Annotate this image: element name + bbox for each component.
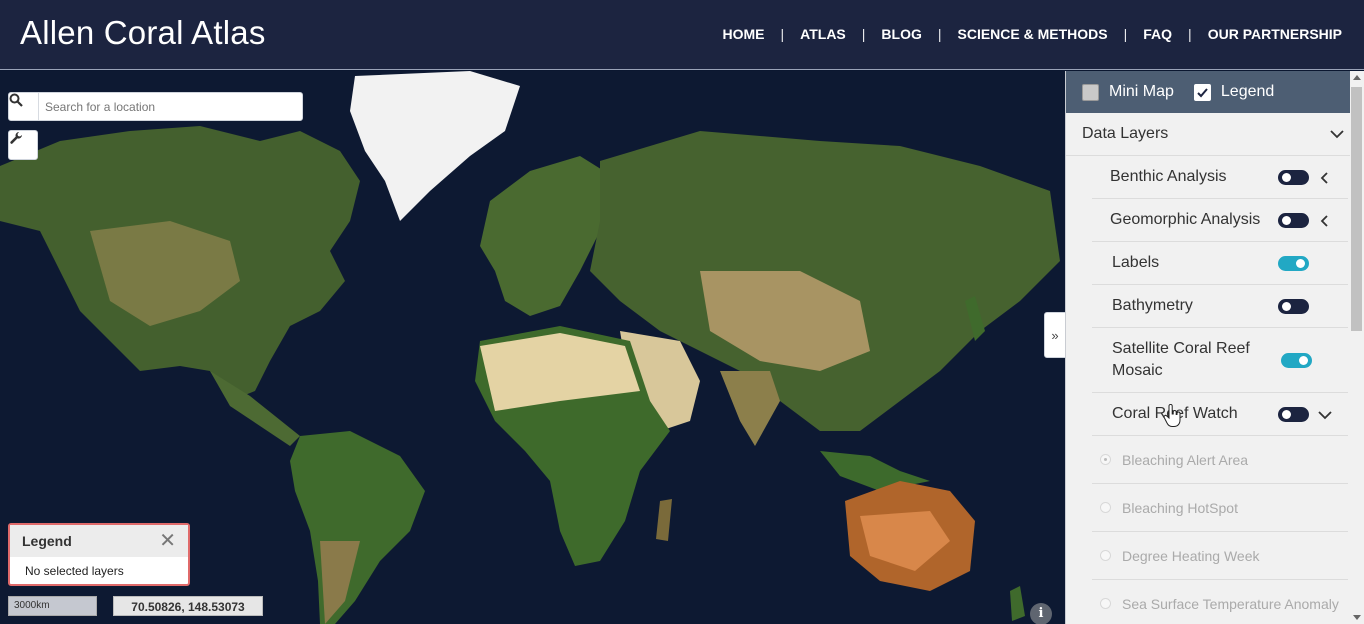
- radio-button[interactable]: [1100, 454, 1111, 465]
- panel-options-bar: Mini Map Legend: [1066, 71, 1364, 113]
- mini-map-label[interactable]: Mini Map: [1109, 83, 1174, 101]
- legend-title: Legend: [22, 533, 72, 549]
- nav-separator: |: [1188, 26, 1192, 42]
- nav-blog[interactable]: BLOG: [881, 26, 921, 42]
- nav-faq[interactable]: FAQ: [1143, 26, 1172, 42]
- toggle-knob: [1282, 409, 1291, 419]
- geomorphic-analysis-toggle[interactable]: [1278, 212, 1309, 228]
- toggle-knob: [1299, 355, 1308, 365]
- nav-science-methods[interactable]: SCIENCE & METHODS: [958, 26, 1108, 42]
- location-search: [8, 92, 303, 121]
- data-layers-header[interactable]: Data Layers: [1066, 113, 1364, 156]
- labels-toggle[interactable]: [1278, 255, 1309, 271]
- legend-popup: Legend ✕ No selected layers: [8, 523, 190, 586]
- layer-label: Satellite Coral Reef Mosaic: [1112, 340, 1250, 379]
- hand-cursor-icon: [1163, 404, 1181, 427]
- layer-row-labels: Labels: [1092, 242, 1348, 285]
- legend-header: Legend ✕: [10, 525, 188, 557]
- sublayer-sst-anomaly[interactable]: Sea Surface Temperature Anomaly: [1092, 580, 1348, 624]
- layer-row-satellite-mosaic: Satellite Coral Reef Mosaic: [1092, 328, 1348, 393]
- main-nav: HOME | ATLAS | BLOG | SCIENCE & METHODS …: [723, 26, 1343, 42]
- layers-panel: Mini Map Legend Data Layers Benthic Anal…: [1065, 71, 1364, 624]
- layer-row-geomorphic-analysis: Geomorphic Analysis: [1092, 199, 1348, 242]
- search-input[interactable]: [39, 99, 289, 114]
- chevron-left-icon[interactable]: [1320, 172, 1328, 184]
- chevron-down-icon[interactable]: [1330, 129, 1344, 139]
- nav-our-partnership[interactable]: OUR PARTNERSHIP: [1208, 26, 1342, 42]
- scale-bar: 3000km: [8, 596, 97, 616]
- scroll-thumb[interactable]: [1351, 87, 1362, 331]
- nav-home[interactable]: HOME: [723, 26, 765, 42]
- legend-empty-message: No selected layers: [25, 564, 124, 578]
- checkmark-icon: [1197, 87, 1208, 97]
- layer-label: Benthic Analysis: [1110, 168, 1227, 185]
- bathymetry-toggle[interactable]: [1278, 298, 1309, 314]
- close-icon[interactable]: ✕: [159, 531, 176, 551]
- layer-row-coral-reef-watch: Coral Reef Watch: [1092, 393, 1348, 436]
- toggle-knob: [1282, 172, 1291, 182]
- collapse-panel-button[interactable]: »: [1044, 312, 1065, 358]
- toggle-knob: [1282, 215, 1291, 225]
- benthic-analysis-toggle[interactable]: [1278, 169, 1309, 185]
- scroll-down-arrow-icon[interactable]: [1353, 615, 1361, 620]
- chevron-down-icon[interactable]: [1318, 411, 1332, 420]
- coordinates-readout: 70.50826, 148.53073: [113, 596, 263, 616]
- nav-separator: |: [861, 26, 866, 42]
- layer-row-bathymetry: Bathymetry: [1092, 285, 1348, 328]
- layer-label: Geomorphic Analysis: [1110, 211, 1261, 228]
- sublayer-bleaching-alert-area[interactable]: Bleaching Alert Area: [1092, 436, 1348, 484]
- toggle-knob: [1282, 301, 1291, 311]
- mini-map-checkbox[interactable]: [1082, 83, 1099, 101]
- sublayer-label: Degree Heating Week: [1122, 547, 1260, 564]
- top-header: Allen Coral Atlas HOME | ATLAS | BLOG | …: [0, 0, 1364, 70]
- panel-scrollbar[interactable]: [1350, 71, 1364, 624]
- nav-separator: |: [937, 26, 942, 42]
- layer-label: Bathymetry: [1112, 297, 1193, 314]
- legend-checkbox[interactable]: [1193, 83, 1211, 101]
- radio-button[interactable]: [1100, 598, 1111, 609]
- data-layers-title: Data Layers: [1082, 125, 1169, 142]
- info-icon[interactable]: i: [1030, 603, 1052, 624]
- toggle-knob: [1296, 258, 1305, 268]
- scroll-up-arrow-icon[interactable]: [1353, 75, 1361, 80]
- world-map[interactable]: Legend ✕ No selected layers 3000km 70.50…: [0, 71, 1065, 624]
- sublayer-degree-heating-week[interactable]: Degree Heating Week: [1092, 532, 1348, 580]
- chevron-left-icon[interactable]: [1320, 215, 1328, 227]
- layer-row-benthic-analysis: Benthic Analysis: [1092, 156, 1348, 199]
- brand-title[interactable]: Allen Coral Atlas: [20, 14, 266, 52]
- wrench-tools-button[interactable]: [8, 130, 38, 160]
- sublayer-label: Sea Surface Temperature Anomaly: [1122, 595, 1339, 612]
- search-icon[interactable]: [9, 93, 39, 120]
- sublayer-bleaching-hotspot[interactable]: Bleaching HotSpot: [1092, 484, 1348, 532]
- radio-button[interactable]: [1100, 550, 1111, 561]
- legend-label[interactable]: Legend: [1221, 83, 1274, 101]
- sublayer-label: Bleaching HotSpot: [1122, 499, 1238, 516]
- coral-reef-watch-toggle[interactable]: [1278, 406, 1309, 422]
- satellite-mosaic-toggle[interactable]: [1281, 352, 1312, 368]
- wrench-icon: [10, 132, 23, 144]
- radio-button[interactable]: [1100, 502, 1111, 513]
- nav-atlas[interactable]: ATLAS: [800, 26, 846, 42]
- sublayer-label: Bleaching Alert Area: [1122, 451, 1249, 468]
- layer-label: Labels: [1112, 254, 1160, 271]
- nav-separator: |: [780, 26, 785, 42]
- nav-separator: |: [1123, 26, 1128, 42]
